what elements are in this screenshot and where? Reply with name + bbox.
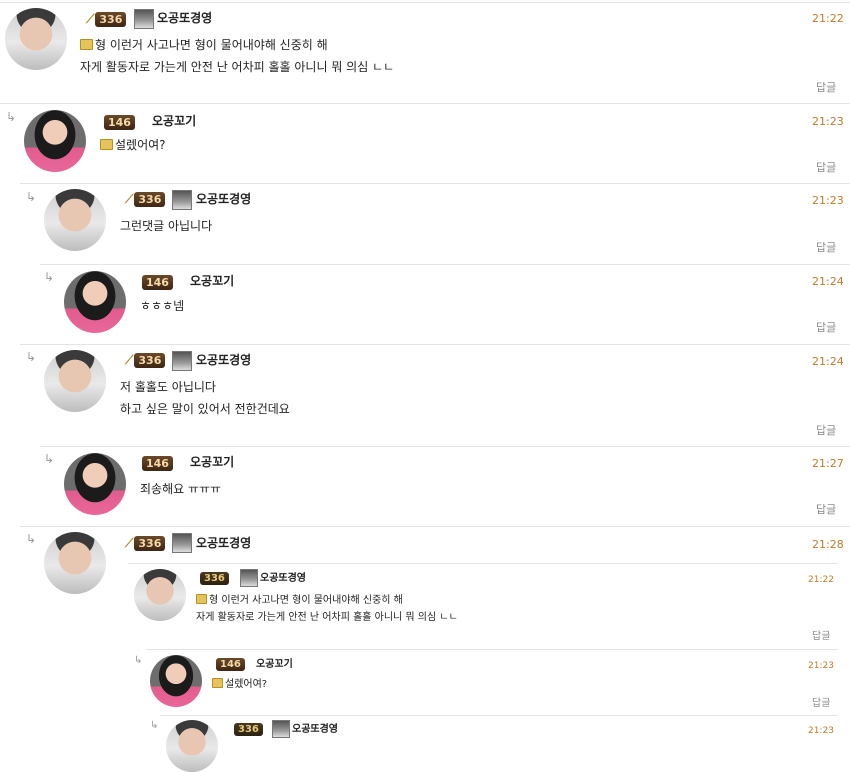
timestamp: 21:24 <box>812 355 844 368</box>
reply-button[interactable]: 답글 <box>812 698 830 710</box>
lock-icon <box>212 678 223 688</box>
profile-thumbnail <box>272 720 290 738</box>
comment-text: 설렜어여? <box>100 134 166 156</box>
reply-button[interactable]: 답글 <box>816 322 836 334</box>
timestamp: 21:23 <box>812 115 844 128</box>
reply-button[interactable]: 답글 <box>816 504 836 516</box>
comment-text: ㅎㅎㅎ넴 <box>140 299 185 313</box>
nickname[interactable]: 오공또경영 <box>157 11 212 25</box>
reply-arrow-icon: ↳ <box>44 452 55 466</box>
comment-text: 형 이런거 사고나면 형이 물어내야해 신중히 해 <box>196 593 403 608</box>
reply-arrow-icon: ↳ <box>26 190 37 204</box>
profile-thumbnail <box>134 9 154 29</box>
timestamp: 21:23 <box>808 726 834 736</box>
wing-icon: ⟋ <box>125 353 134 367</box>
divider <box>40 264 850 265</box>
nickname[interactable]: 오공또경영 <box>196 536 251 550</box>
comment-text: 자게 활동자로 가는게 안전 난 어차피 홀홀 아니니 뭐 의심 ㄴㄴ <box>196 612 458 623</box>
timestamp: 21:22 <box>808 575 834 585</box>
avatar[interactable] <box>44 189 106 251</box>
lock-icon <box>80 39 93 50</box>
comment-text: 저 홀홀도 아닙니다 <box>120 380 216 394</box>
comment-text: 자게 활동자로 가는게 안전 난 어차피 홀홀 아니니 뭐 의심 ㄴㄴ <box>80 60 395 74</box>
nickname[interactable]: 오공또경영 <box>196 353 251 367</box>
avatar[interactable] <box>44 350 106 412</box>
nickname[interactable]: 오공또경영 <box>196 192 251 206</box>
reply-button[interactable]: 답글 <box>816 242 836 254</box>
profile-thumbnail <box>172 351 192 371</box>
level-badge: 146 <box>104 114 135 130</box>
divider <box>20 526 850 527</box>
comment-text: 형 이런거 사고나면 형이 물어내야해 신중히 해 <box>80 34 328 56</box>
level-badge: 146 <box>142 274 173 290</box>
level-badge: ⟋ 336 <box>125 535 166 551</box>
level-badge: ⟋ 336 <box>125 191 166 207</box>
avatar[interactable] <box>166 720 218 772</box>
reply-button[interactable]: 답글 <box>812 631 830 643</box>
reply-arrow-icon: ↳ <box>44 270 55 284</box>
nickname[interactable]: 오공꼬기 <box>190 274 234 288</box>
reply-button[interactable]: 답글 <box>816 82 836 94</box>
comment-text: 그런댓글 아닙니다 <box>120 219 213 233</box>
divider <box>20 183 850 184</box>
profile-thumbnail <box>172 190 192 210</box>
reply-arrow-icon: ↳ <box>134 655 143 666</box>
divider <box>0 103 850 104</box>
avatar[interactable] <box>64 453 126 515</box>
level-badge: 146 <box>216 657 245 671</box>
comment-text: 하고 싶은 말이 있어서 전한건데요 <box>120 402 290 416</box>
nickname[interactable]: 오공꼬기 <box>256 658 293 672</box>
avatar[interactable] <box>64 271 126 333</box>
avatar[interactable] <box>24 110 86 172</box>
comment-text: 설렜어여? <box>212 677 267 692</box>
divider <box>40 446 850 447</box>
lock-icon <box>196 594 207 604</box>
level-badge: 336 <box>200 571 229 585</box>
level-badge: 336 <box>234 722 263 736</box>
profile-thumbnail <box>172 533 192 553</box>
timestamp: 21:28 <box>812 538 844 551</box>
wing-icon: ⟋ <box>125 192 134 206</box>
reply-arrow-icon: ↳ <box>26 532 37 546</box>
nickname[interactable]: 오공또경영 <box>292 723 338 737</box>
nickname[interactable]: 오공또경영 <box>260 572 306 586</box>
avatar[interactable] <box>44 532 106 594</box>
divider <box>20 344 850 345</box>
comment-text: 죄송해요 ㅠㅠㅠ <box>140 482 222 496</box>
timestamp: 21:22 <box>812 12 844 25</box>
reply-arrow-icon: ↳ <box>150 720 159 731</box>
divider <box>146 649 838 650</box>
reply-arrow-icon: ↳ <box>26 350 37 364</box>
nickname[interactable]: 오공꼬기 <box>190 455 234 469</box>
level-badge: ⟋ 336 <box>86 11 127 27</box>
reply-button[interactable]: 답글 <box>816 162 836 174</box>
level-badge: ⟋ 336 <box>125 352 166 368</box>
profile-thumbnail <box>240 569 258 587</box>
timestamp: 21:23 <box>808 661 834 671</box>
avatar[interactable] <box>5 8 67 70</box>
reply-button[interactable]: 답글 <box>816 425 836 437</box>
reply-arrow-icon: ↳ <box>6 110 17 124</box>
avatar[interactable] <box>150 655 202 707</box>
divider <box>128 563 838 564</box>
timestamp: 21:23 <box>812 194 844 207</box>
lock-icon <box>100 139 113 150</box>
level-badge: 146 <box>142 455 173 471</box>
avatar[interactable] <box>134 569 186 621</box>
wing-icon: ⟋ <box>125 536 134 550</box>
timestamp: 21:27 <box>812 457 844 470</box>
nickname[interactable]: 오공꼬기 <box>152 114 196 128</box>
timestamp: 21:24 <box>812 275 844 288</box>
wing-icon: ⟋ <box>86 12 95 26</box>
divider <box>160 715 838 716</box>
divider <box>0 2 850 3</box>
